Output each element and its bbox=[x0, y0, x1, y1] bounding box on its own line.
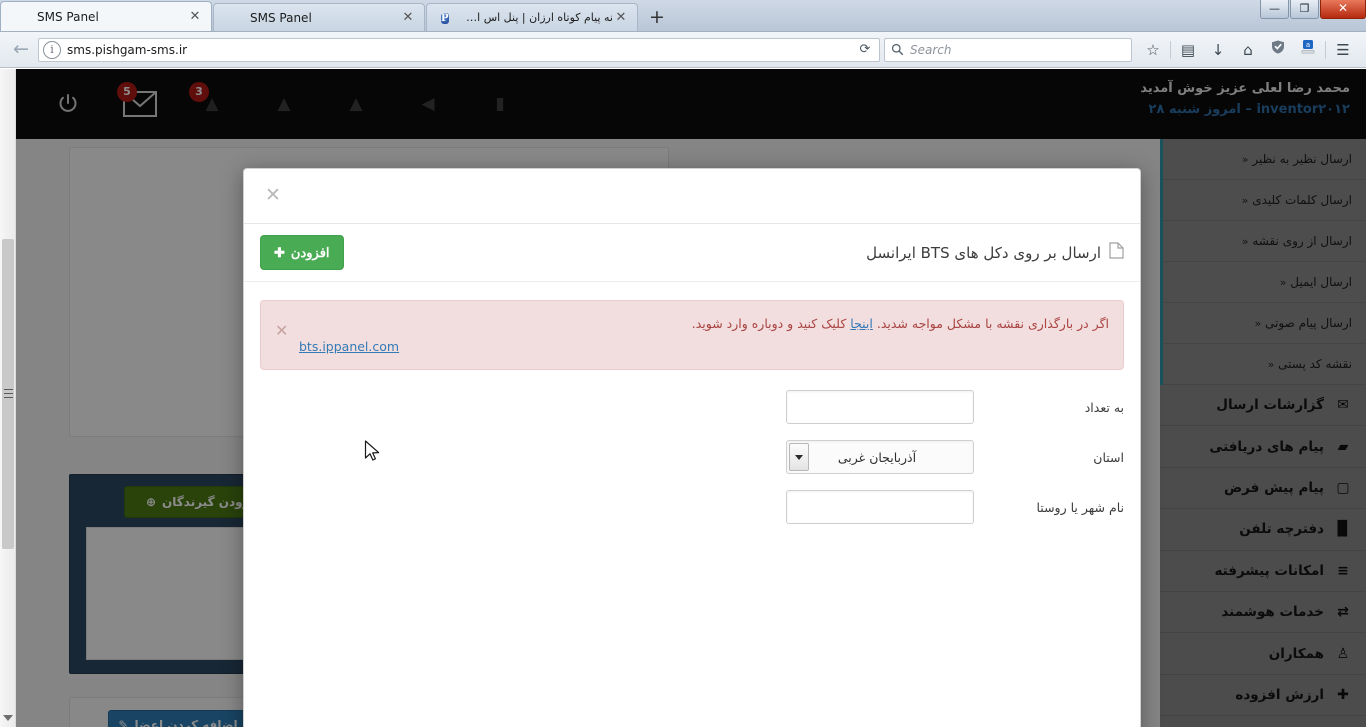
bookmark-star-icon[interactable]: ☆ bbox=[1138, 36, 1168, 64]
count-control bbox=[786, 390, 974, 425]
modal-body: ✕ اگر در بارگذاری نقشه با مشکل مواجه شدی… bbox=[244, 282, 1140, 525]
new-tab-button[interactable]: + bbox=[643, 5, 671, 31]
tab-title: SMS Panel bbox=[250, 10, 312, 25]
browser-tab-1[interactable]: SMS Panel ✕ bbox=[0, 1, 212, 31]
tab-favicon bbox=[15, 9, 31, 25]
chevron-down-icon[interactable] bbox=[789, 443, 809, 472]
window-controls: — ❐ ✕ bbox=[1259, 0, 1366, 19]
bts-form: به تعداد استان آذربایجان غربی نام شهر یا… bbox=[260, 370, 1125, 525]
city-control bbox=[786, 490, 974, 525]
browser-window: SMS Panel ✕ SMS Panel ✕ P نه پیام کوتاه … bbox=[0, 0, 1366, 727]
tab-title: نه پیام کوتاه ارزان | پنل اس ام اس bbox=[463, 10, 613, 24]
browser-tab-2[interactable]: SMS Panel ✕ bbox=[213, 3, 425, 31]
map-load-alert: ✕ اگر در بارگذاری نقشه با مشکل مواجه شدی… bbox=[260, 300, 1124, 371]
scrollbar-grip-icon bbox=[4, 389, 13, 398]
reload-icon[interactable]: ⟳ bbox=[855, 42, 875, 57]
scroll-down-arrow-icon[interactable] bbox=[3, 715, 13, 721]
modal-title-group: ارسال بر روی دکل های BTS ایرانسل bbox=[866, 242, 1124, 263]
page-viewport: افزودن گیرندگان ⊕ اضافه کردن اعضا ✎ 5 ▲ … bbox=[0, 69, 1366, 727]
tab-favicon: P bbox=[441, 10, 457, 26]
reading-list-icon[interactable]: ▤ bbox=[1173, 36, 1203, 64]
toolbar-divider bbox=[1170, 40, 1171, 59]
province-label: استان bbox=[1093, 449, 1124, 465]
back-button-icon[interactable]: ← bbox=[8, 37, 34, 63]
toolbar-divider bbox=[1325, 40, 1326, 59]
shield-icon[interactable] bbox=[1263, 36, 1293, 64]
province-control: آذربایجان غربی bbox=[786, 440, 974, 475]
count-input[interactable] bbox=[786, 390, 974, 425]
modal-header: ✕ bbox=[244, 169, 1140, 224]
bts-send-modal: ✕ ارسال بر روی دکل های BTS ایرانسل افزود… bbox=[243, 168, 1141, 727]
url-text: sms.pishgam-sms.ir bbox=[67, 42, 188, 57]
form-row-count: به تعداد bbox=[260, 390, 1124, 425]
p-favicon: P bbox=[441, 12, 449, 24]
browser-tab-3[interactable]: P نه پیام کوتاه ارزان | پنل اس ام اس ✕ bbox=[426, 3, 638, 31]
form-row-city: نام شهر یا روستا bbox=[260, 490, 1125, 525]
alert-text-before: اگر در بارگذاری نقشه با مشکل مواجه شدید. bbox=[876, 316, 1109, 331]
province-selected-value: آذربایجان غربی bbox=[837, 449, 917, 465]
modal-close-icon[interactable]: ✕ bbox=[262, 185, 284, 207]
alert-close-icon[interactable]: ✕ bbox=[275, 323, 288, 339]
home-icon[interactable]: ⌂ bbox=[1233, 36, 1263, 64]
address-bar[interactable]: i sms.pishgam-sms.ir ⟳ bbox=[38, 37, 880, 62]
svg-text:a: a bbox=[1306, 41, 1310, 49]
tab-title: SMS Panel bbox=[37, 9, 99, 24]
city-label: نام شهر یا روستا bbox=[1036, 499, 1125, 515]
browser-tab-strip: SMS Panel ✕ SMS Panel ✕ P نه پیام کوتاه … bbox=[0, 0, 1366, 32]
site-info-icon[interactable]: i bbox=[43, 40, 61, 59]
tab-favicon bbox=[228, 10, 244, 26]
city-input[interactable] bbox=[786, 490, 974, 525]
tab-close-icon[interactable]: ✕ bbox=[613, 10, 629, 26]
browser-nav-bar: ← i sms.pishgam-sms.ir ⟳ Search ☆ ▤ ↓ ⌂ … bbox=[0, 32, 1366, 68]
close-window-button[interactable]: ✕ bbox=[1320, 0, 1366, 19]
tab-close-icon[interactable]: ✕ bbox=[400, 10, 416, 26]
add-button-label: افزودن bbox=[290, 244, 330, 260]
plus-icon: ✚ bbox=[274, 244, 285, 260]
hamburger-menu-icon[interactable]: ☰ bbox=[1328, 36, 1358, 64]
add-button[interactable]: افزودن ✚ bbox=[260, 235, 344, 270]
count-label: به تعداد bbox=[1084, 399, 1124, 415]
document-icon bbox=[1109, 242, 1124, 263]
alert-inline-link[interactable]: اینجا bbox=[850, 316, 873, 331]
search-input[interactable]: Search bbox=[910, 43, 952, 57]
province-select[interactable]: آذربایجان غربی bbox=[786, 440, 974, 475]
adblock-icon[interactable]: a bbox=[1293, 36, 1323, 64]
search-bar[interactable]: Search bbox=[884, 37, 1132, 62]
page-scrollbar[interactable] bbox=[0, 69, 16, 727]
form-row-province: استان آذربایجان غربی bbox=[260, 440, 1124, 475]
maximize-button[interactable]: ❐ bbox=[1290, 0, 1319, 19]
modal-title-bar: ارسال بر روی دکل های BTS ایرانسل افزودن … bbox=[244, 224, 1140, 282]
modal-title-text: ارسال بر روی دکل های BTS ایرانسل bbox=[866, 243, 1101, 262]
search-icon bbox=[891, 43, 904, 56]
alert-text-after: کلیک کنید و دوباره وارد شوید. bbox=[691, 316, 847, 331]
tab-close-icon[interactable]: ✕ bbox=[187, 9, 203, 25]
minimize-button[interactable]: — bbox=[1260, 0, 1289, 19]
downloads-icon[interactable]: ↓ bbox=[1203, 36, 1233, 64]
alert-url-link[interactable]: bts.ippanel.com bbox=[297, 335, 1109, 358]
